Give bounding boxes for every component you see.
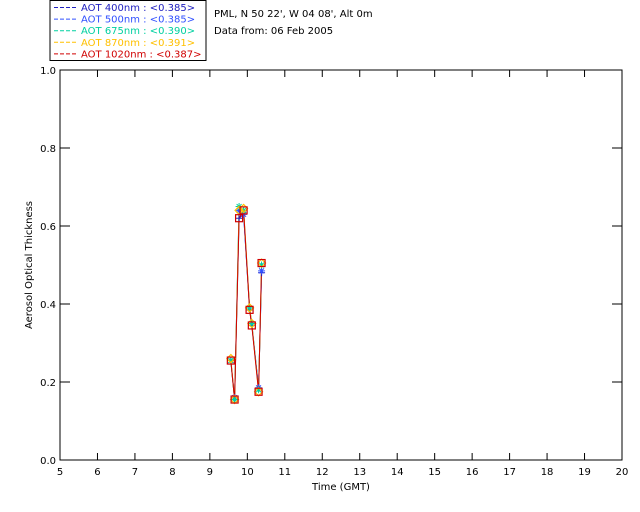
y-tick-label: 0.2 [40, 378, 56, 389]
y-axis-title: Aerosol Optical Thickness [24, 201, 35, 329]
legend-label: AOT 400nm : <0.385> [81, 3, 195, 14]
x-axis-title: Time (GMT) [311, 482, 370, 493]
axis-ticks [59, 69, 623, 461]
legend: AOT 400nm : <0.385>AOT 500nm : <0.385>AO… [49, 0, 207, 61]
x-tick-label: 19 [578, 467, 591, 478]
legend-label: AOT 500nm : <0.385> [81, 15, 195, 26]
x-tick-label: 5 [57, 467, 63, 478]
x-tick-label: 13 [353, 467, 366, 478]
legend-label: AOT 1020nm : <0.387> [81, 49, 201, 60]
aot-chart: AOT 400nm : <0.385>AOT 500nm : <0.385>AO… [24, 0, 628, 493]
date-info: Data from: 06 Feb 2005 [214, 26, 333, 37]
y-tick-label: 0.6 [40, 222, 56, 233]
x-tick-label: 15 [428, 467, 441, 478]
legend-label: AOT 675nm : <0.390> [81, 26, 195, 37]
y-tick-label: 1.0 [40, 66, 56, 77]
plot-area-frame [59, 69, 623, 461]
data-point [248, 320, 256, 327]
x-tick-label: 8 [169, 467, 175, 478]
data-point [246, 304, 254, 312]
x-tick-label: 16 [466, 467, 479, 478]
x-tick-label: 10 [241, 467, 254, 478]
y-tick-label: 0.4 [40, 300, 56, 311]
x-tick-label: 14 [391, 467, 404, 478]
legend-label: AOT 870nm : <0.391> [81, 38, 195, 49]
x-tick-label: 17 [503, 467, 516, 478]
series-line [230, 208, 263, 400]
y-tick-label: 0.0 [40, 456, 56, 467]
data-point [231, 396, 239, 404]
series-lines [230, 205, 263, 400]
x-tick-label: 12 [316, 467, 329, 478]
axis-tick-labels: 5 6 7 8 9 10 11 12 13 14 15 16 17 18 19 20 0.0 0.2 0.4 0.6 0… [40, 66, 628, 478]
x-tick-label: 9 [207, 467, 213, 478]
x-tick-label: 6 [94, 467, 100, 478]
x-tick-label: 18 [541, 467, 554, 478]
x-tick-label: 20 [616, 467, 629, 478]
y-tick-label: 0.8 [40, 144, 56, 155]
location-info: PML, N 50 22', W 04 08', Alt 0m [214, 9, 373, 20]
x-tick-label: 7 [132, 467, 138, 478]
x-tick-label: 11 [278, 467, 291, 478]
